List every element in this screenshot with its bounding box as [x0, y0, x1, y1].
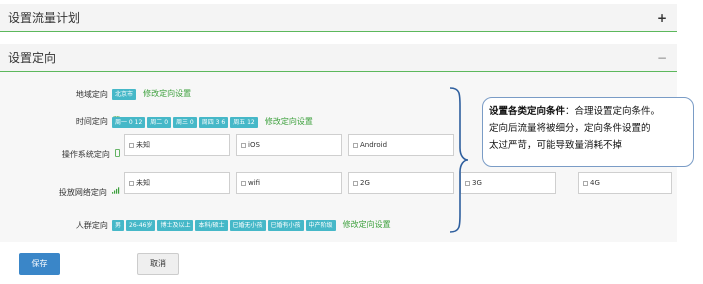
traffic-plan-header[interactable]: 设置流量计划 +	[0, 4, 677, 32]
network-label: 投放网络定向	[58, 188, 107, 197]
time-label: 时间定向	[75, 117, 108, 126]
region-label: 地域定向	[75, 90, 108, 99]
cancel-button[interactable]: 取消	[137, 253, 179, 275]
audience-tag: 博士及以上	[157, 220, 194, 231]
time-tag: 周一 0 12	[112, 117, 146, 128]
targeting-title: 设置定向	[8, 51, 57, 65]
mobile-icon	[115, 148, 120, 157]
callout-title: 设置各类定向条件	[489, 106, 566, 117]
os-label: 操作系统定向	[61, 150, 110, 159]
save-button[interactable]: 保存	[19, 253, 60, 275]
checkbox-icon	[241, 180, 246, 186]
checkbox-icon	[129, 142, 134, 148]
expand-icon[interactable]: +	[657, 4, 667, 32]
callout-text-1: ：合理设置定向条件。	[565, 106, 661, 117]
audience-label-wrap: 人群定向	[40, 213, 120, 232]
time-tag: 周四 3 6	[198, 117, 229, 128]
network-option-unknown[interactable]: 未知	[124, 172, 230, 194]
time-tag: 周三 0	[173, 117, 197, 128]
region-value: 北京市 修改定向设置	[112, 81, 191, 100]
targeting-tip-callout: 设置各类定向条件：合理设置定向条件。 定向后流量将被细分，定向条件设置的 太过严…	[482, 97, 694, 167]
checkbox-icon	[353, 180, 358, 186]
network-option-label: wifi	[248, 179, 261, 187]
time-tag: 周二 0	[147, 117, 172, 128]
audience-tag: 已婚无小孩	[229, 220, 266, 231]
targeting-header[interactable]: 设置定向 −	[0, 44, 677, 72]
region-tag: 北京市	[112, 89, 137, 100]
checkbox-icon	[129, 180, 134, 186]
audience-label: 人群定向	[75, 221, 108, 230]
callout-text-2: 定向后流量将被细分，定向条件设置的	[489, 123, 651, 134]
network-option-2g[interactable]: 2G	[348, 172, 454, 194]
network-option-label: 4G	[590, 179, 600, 187]
time-tag: 周五 12	[230, 117, 258, 128]
os-option-label: Android	[360, 141, 388, 149]
os-option-unknown[interactable]: 未知	[124, 134, 230, 156]
checkbox-icon	[353, 142, 358, 148]
audience-tag: 男	[112, 220, 125, 231]
audience-tag: 已婚有小孩	[267, 220, 304, 231]
collapse-icon[interactable]: −	[657, 44, 667, 72]
checkbox-icon	[241, 142, 246, 148]
os-label-wrap: 操作系统定向	[30, 142, 120, 161]
traffic-plan-title: 设置流量计划	[8, 11, 81, 25]
audience-tag: 26-46岁	[126, 220, 156, 231]
checkbox-icon	[583, 180, 588, 186]
network-option-wifi[interactable]: wifi	[236, 172, 342, 194]
network-option-4g[interactable]: 4G	[578, 172, 672, 194]
audience-edit-link[interactable]: 修改定向设置	[343, 220, 391, 229]
os-option-label: iOS	[248, 141, 260, 149]
time-value: 周一 0 12 周二 0 周三 0 周四 3 6 周五 12 修改定向设置	[112, 109, 313, 128]
os-option-label: 未知	[136, 141, 150, 149]
os-option-android[interactable]: Android	[348, 134, 454, 156]
time-label-wrap: 时间定向	[40, 109, 120, 128]
time-edit-link[interactable]: 修改定向设置	[265, 117, 313, 126]
network-label-wrap: 投放网络定向	[30, 180, 120, 199]
signal-icon	[112, 187, 120, 194]
brace-icon	[449, 87, 469, 233]
region-label-wrap: 地域定向	[40, 82, 120, 101]
network-option-label: 2G	[360, 179, 370, 187]
os-option-ios[interactable]: iOS	[236, 134, 342, 156]
network-option-3g[interactable]: 3G	[460, 172, 556, 194]
network-option-label: 3G	[472, 179, 482, 187]
audience-value: 男 26-46岁 博士及以上 本科/硕士 已婚无小孩 已婚有小孩 中产阶级 修改定向设置	[112, 212, 391, 231]
callout-text-3: 太过严苛，可能导致量消耗不掉	[489, 140, 623, 151]
callout-line-1: 设置各类定向条件：合理设置定向条件。	[489, 103, 687, 120]
audience-tag: 中产阶级	[305, 220, 336, 231]
network-option-label: 未知	[136, 179, 150, 187]
audience-tag: 本科/硕士	[195, 220, 228, 231]
region-edit-link[interactable]: 修改定向设置	[143, 89, 191, 98]
